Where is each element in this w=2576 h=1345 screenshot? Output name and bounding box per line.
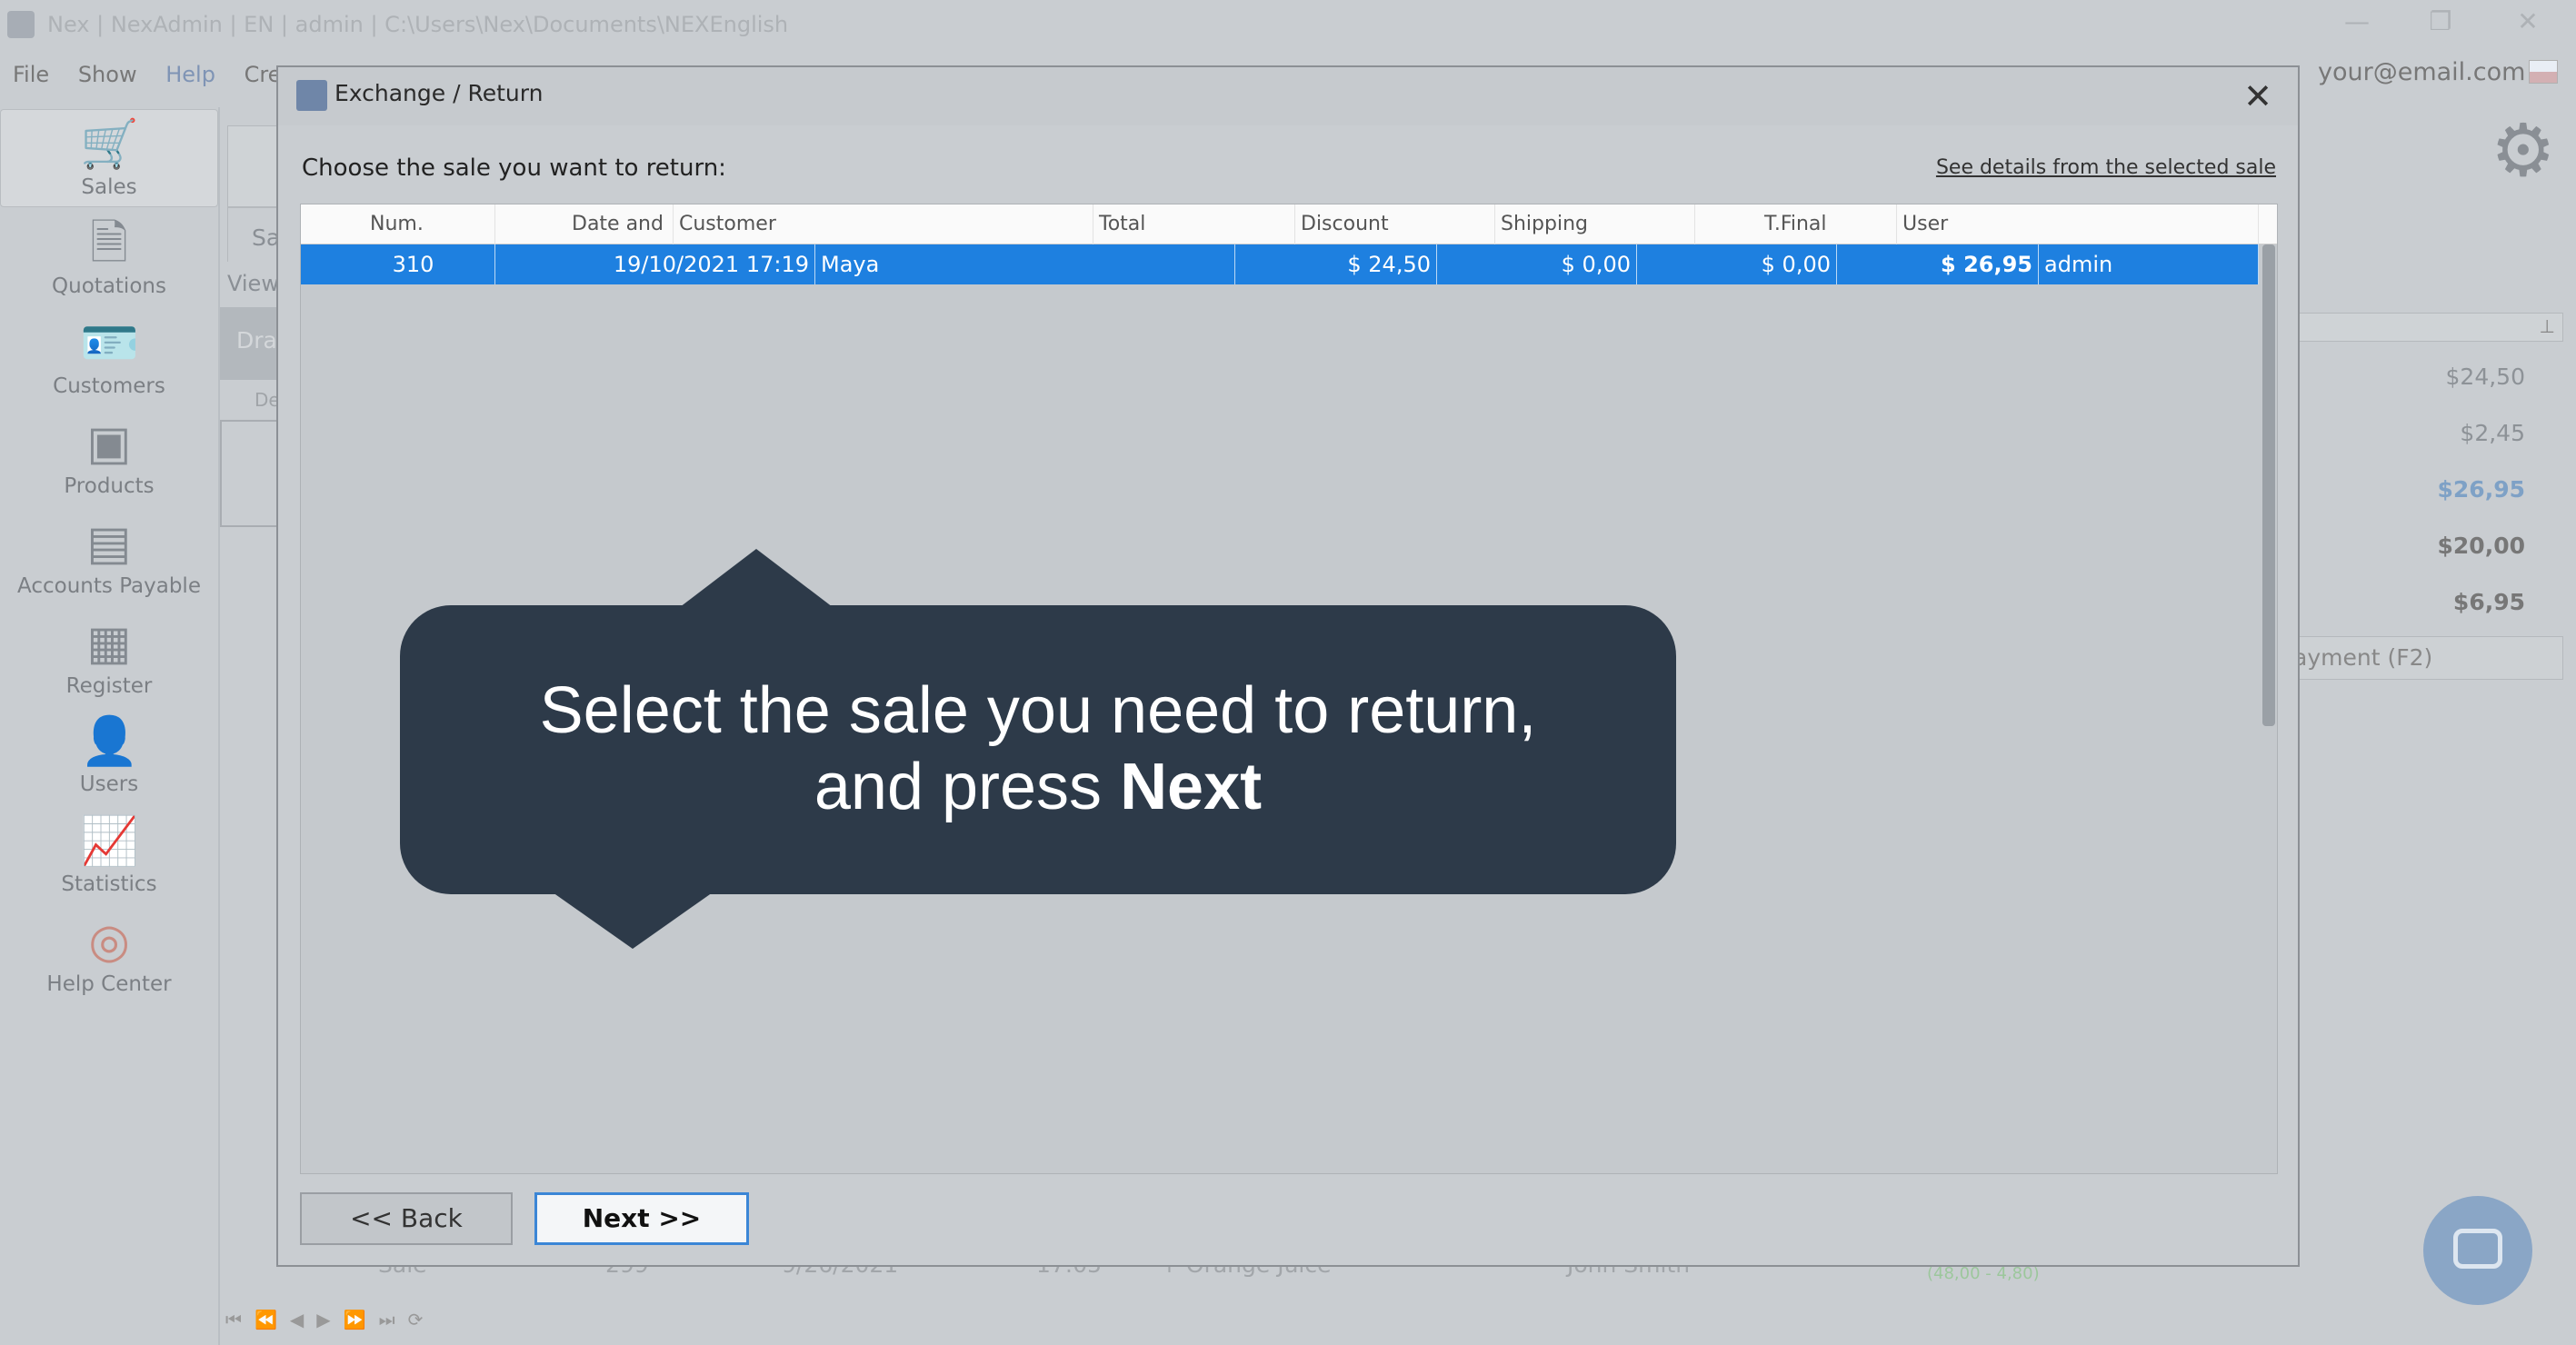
callout-line-2: and press Next bbox=[814, 751, 1263, 823]
us-flag-icon[interactable] bbox=[2529, 60, 2558, 84]
record-navigator[interactable]: ⏮⏪◀▶⏩⏭⟳ bbox=[225, 1309, 435, 1330]
cash-register-icon: ▦ bbox=[86, 616, 132, 671]
sidebar-item-label: Products bbox=[64, 474, 155, 498]
summary-change: $6,95 bbox=[2452, 589, 2525, 615]
sidebar-item-register[interactable]: ▦ Register bbox=[0, 609, 218, 707]
sidebar-item-products[interactable]: ▣ Products bbox=[0, 409, 218, 507]
cell-total[interactable]: $ 24,50 bbox=[1235, 244, 1437, 284]
cell-customer[interactable]: Maya bbox=[815, 244, 1235, 284]
column-header-shipping[interactable]: Shipping bbox=[1495, 204, 1695, 244]
menu-file[interactable]: File bbox=[13, 62, 49, 87]
cell-shipping[interactable]: $ 0,00 bbox=[1637, 244, 1837, 284]
column-header-total[interactable]: Total bbox=[1093, 204, 1295, 244]
sidebar-item-quotations[interactable]: 🗎 Quotations bbox=[0, 209, 218, 307]
dialog-prompt: Choose the sale you want to return: bbox=[302, 154, 726, 182]
sidebar-item-label: Accounts Payable bbox=[17, 574, 201, 598]
summary-tax: $2,45 bbox=[2460, 420, 2525, 446]
column-header-datetime[interactable]: Date and Time bbox=[495, 204, 674, 275]
cell-tfinal[interactable]: $ 26,95 bbox=[1837, 244, 2039, 284]
minimize-button[interactable]: — bbox=[2316, 0, 2398, 45]
cell-num[interactable]: 310 bbox=[301, 244, 495, 284]
column-header-num[interactable]: Num. bbox=[301, 204, 495, 244]
sidebar-item-accounts-payable[interactable]: ▤ Accounts Payable bbox=[0, 509, 218, 607]
sidebar: 🛒 Sales 🗎 Quotations 🪪 Customers ▣ Produ… bbox=[0, 107, 218, 1125]
dialog-title: Exchange / Return bbox=[334, 80, 544, 106]
app-icon bbox=[7, 11, 35, 38]
document-icon: 🗎 bbox=[90, 216, 128, 271]
see-details-link[interactable]: See details from the selected sale bbox=[1936, 156, 2276, 179]
draft-tab[interactable]: Dra bbox=[220, 307, 277, 380]
bill-icon: ▤ bbox=[86, 516, 132, 571]
chart-icon: 📈 bbox=[80, 814, 139, 869]
sidebar-item-label: Statistics bbox=[61, 872, 157, 896]
id-card-icon: 🪪 bbox=[80, 316, 139, 371]
sidebar-item-customers[interactable]: 🪪 Customers bbox=[0, 309, 218, 407]
account-email[interactable]: your@email.com bbox=[2318, 58, 2525, 86]
sidebar-item-sales[interactable]: 🛒 Sales bbox=[0, 109, 218, 207]
sidebar-item-users[interactable]: 👤 Users bbox=[0, 707, 218, 805]
next-button[interactable]: Next >> bbox=[534, 1192, 749, 1245]
menu-show[interactable]: Show bbox=[78, 62, 137, 87]
back-button[interactable]: << Back bbox=[300, 1192, 513, 1245]
callout-text: Select the sale you need to return, and … bbox=[400, 672, 1676, 825]
sidebar-item-label: Sales bbox=[81, 175, 137, 199]
summary-header: ⊥ bbox=[2296, 313, 2563, 342]
box-icon: ▣ bbox=[86, 416, 132, 471]
cell-discount[interactable]: $ 0,00 bbox=[1437, 244, 1637, 284]
column-header-customer[interactable]: Customer bbox=[674, 204, 1093, 244]
column-header-user[interactable]: User bbox=[1897, 204, 2259, 244]
table-row-selected[interactable]: 310 19/10/2021 17:19 Maya $ 24,50 $ 0,00… bbox=[301, 244, 2259, 284]
sidebar-item-label: Users bbox=[79, 772, 139, 796]
chat-button[interactable] bbox=[2423, 1196, 2532, 1305]
window-close-button[interactable]: ✕ bbox=[2487, 0, 2569, 45]
app-title-bar: Nex | NexAdmin | EN | admin | C:\Users\N… bbox=[0, 0, 2576, 49]
callout-line-1: Select the sale you need to return, bbox=[539, 674, 1537, 747]
menu-help[interactable]: Help bbox=[165, 62, 215, 87]
sidebar-item-label: Customers bbox=[53, 374, 165, 398]
column-header-discount[interactable]: Discount bbox=[1295, 204, 1495, 244]
summary-total: $26,95 bbox=[2437, 476, 2525, 503]
sidebar-item-label: Help Center bbox=[46, 972, 172, 996]
callout-next-keyword: Next bbox=[1120, 751, 1263, 823]
cart-icon: 🛒 bbox=[80, 117, 139, 172]
restore-button[interactable]: ❐ bbox=[2400, 0, 2481, 45]
grid-scrollbar[interactable] bbox=[2262, 244, 2275, 726]
lifebuoy-icon: ◎ bbox=[88, 914, 130, 969]
sidebar-item-label: Register bbox=[65, 674, 153, 698]
callout-pointer-top bbox=[680, 549, 833, 607]
summary-paid: $20,00 bbox=[2437, 533, 2525, 559]
sidebar-item-label: Quotations bbox=[52, 274, 166, 298]
column-header-tfinal[interactable]: T.Final bbox=[1695, 204, 1897, 244]
pin-icon[interactable]: ⊥ bbox=[2540, 315, 2555, 337]
view-label: View bbox=[227, 271, 279, 296]
payment-button[interactable]: ayment (F2) bbox=[2272, 636, 2563, 680]
callout-pointer-bottom bbox=[553, 892, 713, 949]
sidebar-item-help-center[interactable]: ◎ Help Center bbox=[0, 907, 218, 1005]
app-title: Nex | NexAdmin | EN | admin | C:\Users\N… bbox=[47, 12, 789, 37]
dialog-title-bar: Exchange / Return bbox=[278, 67, 2298, 125]
cell-datetime[interactable]: 19/10/2021 17:19 bbox=[495, 244, 815, 284]
store-icon bbox=[296, 80, 327, 111]
summary-subtotal: $24,50 bbox=[2445, 364, 2525, 390]
cell-user[interactable]: admin bbox=[2039, 244, 2259, 284]
sidebar-item-statistics[interactable]: 📈 Statistics bbox=[0, 807, 218, 905]
selected-cell-outline bbox=[220, 420, 278, 527]
dialog-close-button[interactable]: ✕ bbox=[2234, 73, 2281, 120]
chat-icon bbox=[2453, 1229, 2502, 1269]
grid-header: Num. Date and Time Customer Total Discou… bbox=[301, 204, 2277, 275]
user-icon: 👤 bbox=[80, 714, 139, 769]
